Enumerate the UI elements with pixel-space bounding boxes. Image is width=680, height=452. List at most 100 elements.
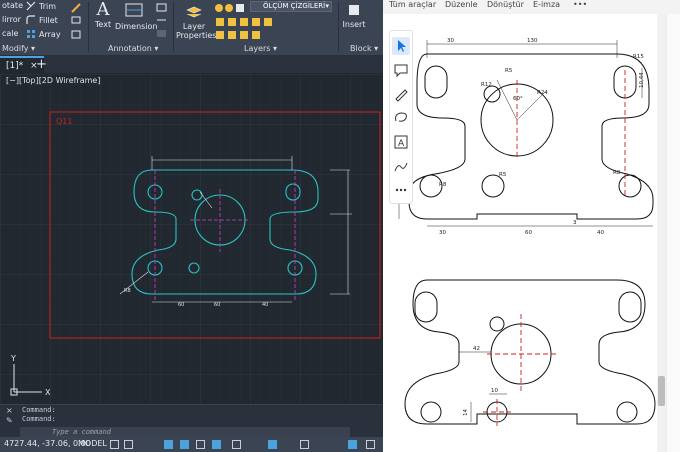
layer-properties-tool[interactable]: Layer Properties [176,2,217,40]
layer-dropdown[interactable]: ÖLÇÜM ÇİZGİLERİ ▾ [250,1,332,12]
dimension-icon [125,3,143,17]
viewport-controls[interactable]: [−][Top][2D Wireframe] [6,76,100,85]
dim-text: 40 [262,302,268,308]
scale-tool[interactable]: cale [2,29,18,38]
polar-icon[interactable] [180,440,189,449]
array-tool[interactable]: Array [26,29,61,39]
fillet-tool[interactable]: Fillet [26,15,58,25]
comment-icon [394,64,408,78]
dim-text: 3 [573,220,577,226]
dim-text: 130 [527,38,538,44]
insert-label: Insert [342,20,366,29]
chevron-down-icon: ▾ [325,2,329,10]
comment-tool[interactable] [392,61,410,79]
menu-all-tools[interactable]: Tüm araçlar [389,0,436,10]
dim-text: R5 [499,172,507,178]
command-input[interactable]: Type a command [20,427,350,437]
more-menu[interactable]: ••• [573,0,587,10]
drawing-canvas: 60 60 40 R8 Q11 Y X [0,74,383,404]
trim-label: Trim [39,1,57,11]
command-line: × ✎ Command: Command: Type a command [0,404,383,437]
drawing-viewport[interactable]: 60 60 40 R8 Q11 Y X [−][Top][2D Wirefram… [0,74,383,404]
annotation-extra-icons[interactable] [155,2,169,42]
wrench-icon[interactable]: ✎ [6,416,13,425]
menu-esign[interactable]: E-imza [533,0,560,10]
new-tab-button[interactable]: + [36,56,47,73]
array-icon [27,30,35,38]
layer-properties-label: Layer Properties [176,22,217,40]
customize-icon[interactable] [366,440,375,449]
panel-separator [338,2,339,52]
mirror-label: lirror [2,15,21,24]
modify-panel-title[interactable]: Modify ▾ [2,44,35,53]
dim-text: 60 [214,302,220,308]
command-history-line: Command: [22,415,56,423]
block-panel-title[interactable]: Block ▾ [350,44,378,53]
dim-text: 40 [597,230,604,236]
trim-tool[interactable]: Trim [26,1,56,11]
hardware-accel-icon[interactable] [348,440,357,449]
pdf-menu-bar: Tüm araçlar Düzenle Dönüştür E-imza ••• [383,0,680,14]
pen-icon [395,89,408,102]
isodraft-icon[interactable] [196,440,205,449]
text-tool[interactable]: A Text [92,0,114,29]
dimension-tool[interactable]: Dimension [115,0,158,31]
modify-extra-icons[interactable] [70,2,84,42]
pdf-viewer: Tüm araçlar Düzenle Dönüştür E-imza ••• [383,0,680,452]
more-tools-button[interactable] [392,181,410,199]
dim-text: R8 [613,170,621,176]
ortho-icon[interactable] [164,440,173,449]
menu-edit[interactable]: Düzenle [445,0,478,10]
lineweight-icon[interactable] [232,440,241,449]
ribbon: otate Trim lirror Fillet cale Array Modi… [0,0,383,56]
dim-text: 10 [491,388,498,394]
snap-icon[interactable] [124,440,133,449]
dim-text: 42 [473,346,480,352]
dim-text: 60 [525,230,532,236]
layer-tools-icons[interactable] [214,16,334,42]
command-history-line: Command: [22,406,56,414]
trim-icon [26,1,36,11]
dim-text: R8 [124,288,131,294]
annotation-panel-title[interactable]: Annotation ▾ [108,44,158,53]
screen: otate Trim lirror Fillet cale Array Modi… [0,0,680,452]
dim-text: R15 [633,54,644,60]
layers-panel-title[interactable]: Layers ▾ [244,44,277,53]
text-box-tool[interactable]: A [392,133,410,151]
drawing-top [408,53,654,220]
close-icon[interactable]: × [6,406,13,415]
layer-state-icons[interactable] [214,2,248,14]
freehand-tool[interactable] [392,109,410,127]
frame-label: Q11 [56,117,72,126]
dim-text: 10,44 [639,72,645,88]
dim-text: 30 [439,230,446,236]
fillet-label: Fillet [39,15,58,25]
scrollbar-thumb[interactable] [658,376,665,406]
pdf-page: 30 130 R15 10,44 R12 R24 R5 R8 R5 R8 30 … [398,38,656,426]
status-bar: 4727.44, -37.06, 0.00 MODEL [0,437,383,452]
dim-text: 60° [513,96,523,102]
fill-sign-tool[interactable] [392,157,410,175]
insert-tool[interactable]: Insert [341,2,367,29]
grid-icon[interactable] [110,440,119,449]
pen-tool[interactable] [392,85,410,103]
array-label: Array [39,29,61,39]
annotation-scale-icon[interactable] [268,440,277,449]
osnap-icon[interactable] [212,440,221,449]
autocad-window: otate Trim lirror Fillet cale Array Modi… [0,0,383,452]
ucs-y-label: Y [10,354,16,363]
menu-convert[interactable]: Dönüştür [487,0,524,10]
text-icon: A [96,0,110,20]
layer-properties-icon [186,6,202,18]
rotate-tool[interactable]: otate [2,1,23,10]
panel-separator [173,2,174,52]
dim-text: 30 [447,38,454,44]
dim-text: R24 [537,90,548,96]
scale-label: cale [2,29,19,38]
workspace-icon[interactable] [300,440,309,449]
model-space-button[interactable]: MODEL [78,439,107,448]
mirror-tool[interactable]: lirror [2,15,21,24]
rotate-label: otate [2,1,23,10]
select-tool[interactable] [392,37,410,55]
svg-text:A: A [398,139,405,149]
